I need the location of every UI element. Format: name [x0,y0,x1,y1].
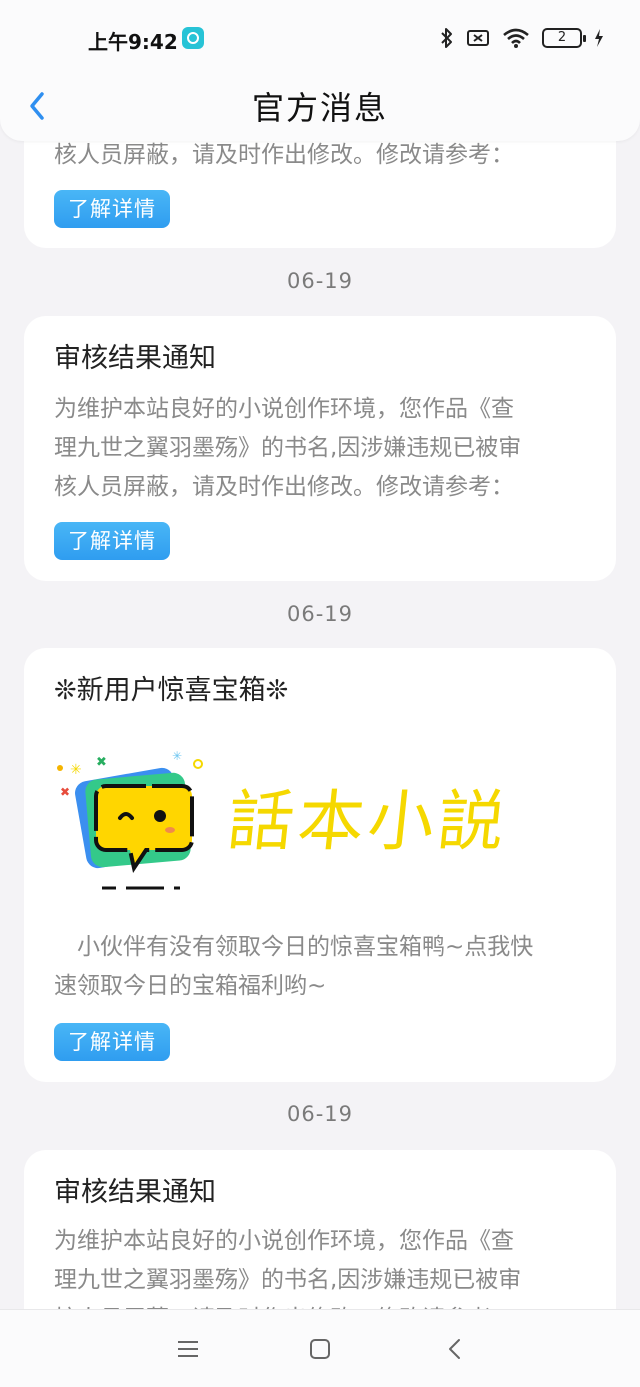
app-notification-icon [182,27,204,49]
message-body: 小伙伴有没有领取今日的惊喜宝箱鸭~点我快 速领取今日的宝箱福利哟~ [54,934,534,999]
message-feed[interactable]: 核人员屏蔽，请及时作出修改。修改请参考： 了解详情 06-19 审核结果通知 为… [0,0,640,1387]
menu-icon[interactable] [173,1334,203,1364]
message-card-promo: ❊新用户惊喜宝箱❊ ✳ ✖ ✖ ✳ 話本小説 小伙伴有没有领取今日的惊喜宝箱鸭~… [24,648,616,1082]
system-back-icon[interactable] [440,1334,470,1364]
svg-text:✖: ✖ [96,755,107,770]
home-icon[interactable] [305,1334,335,1364]
status-icons: 2 [440,24,604,52]
learn-more-button[interactable]: 了解详情 [54,522,170,560]
message-title: ❊新用户惊喜宝箱❊ [54,675,289,706]
svg-text:✖: ✖ [60,785,70,799]
message-body: 核人员屏蔽，请及时作出修改。修改请参考： [54,142,514,168]
message-body: 为维护本站良好的小说创作环境，您作品《查 理九世之翼羽墨殇》的书名,因涉嫌违规已… [54,396,522,500]
svg-text:✳: ✳ [172,749,182,763]
battery-icon: 2 [542,28,586,48]
bluetooth-icon [441,28,452,48]
sim-none-icon [467,30,489,46]
message-title: 审核结果通知 [54,343,216,374]
message-title: 审核结果通知 [54,1177,216,1208]
svg-text:✳: ✳ [70,762,82,778]
message-date: 06-19 [286,602,354,626]
learn-more-button[interactable]: 了解详情 [54,1023,170,1061]
message-date: 06-19 [286,1102,354,1126]
wifi-icon [503,28,529,48]
system-navigation-bar [0,1309,640,1387]
charging-icon [595,29,603,47]
banner-wordmark: 話本小説 [224,783,513,860]
status-time: 上午9:42 [88,30,178,54]
promo-banner[interactable]: ✳ ✖ ✖ ✳ 話本小説 [54,746,586,916]
message-card: 审核结果通知 为维护本站良好的小说创作环境，您作品《查 理九世之翼羽墨殇》的书名… [24,316,616,581]
page-title: 官方消息 [251,89,388,127]
app-header: 上午9:42 2 官方消息 [0,0,640,141]
learn-more-button[interactable]: 了解详情 [54,190,170,228]
message-date: 06-19 [286,269,354,293]
